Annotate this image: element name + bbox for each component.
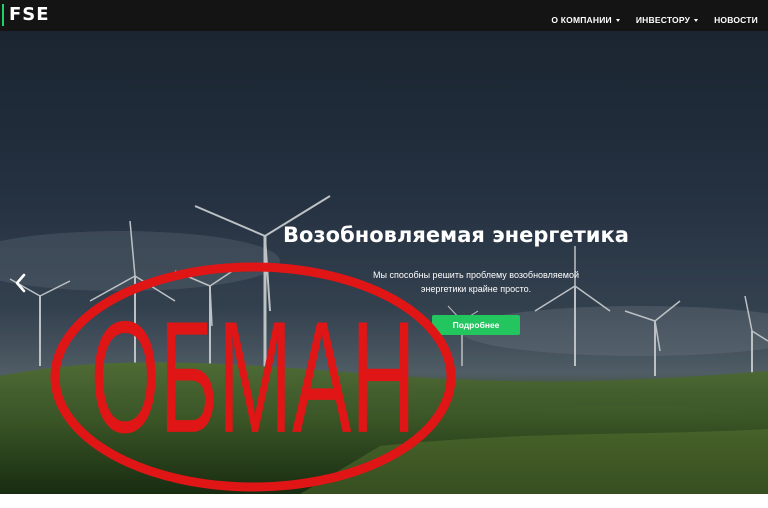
- scam-stamp: ОБМАН: [50, 262, 456, 492]
- stamp-text: ОБМАН: [91, 288, 416, 465]
